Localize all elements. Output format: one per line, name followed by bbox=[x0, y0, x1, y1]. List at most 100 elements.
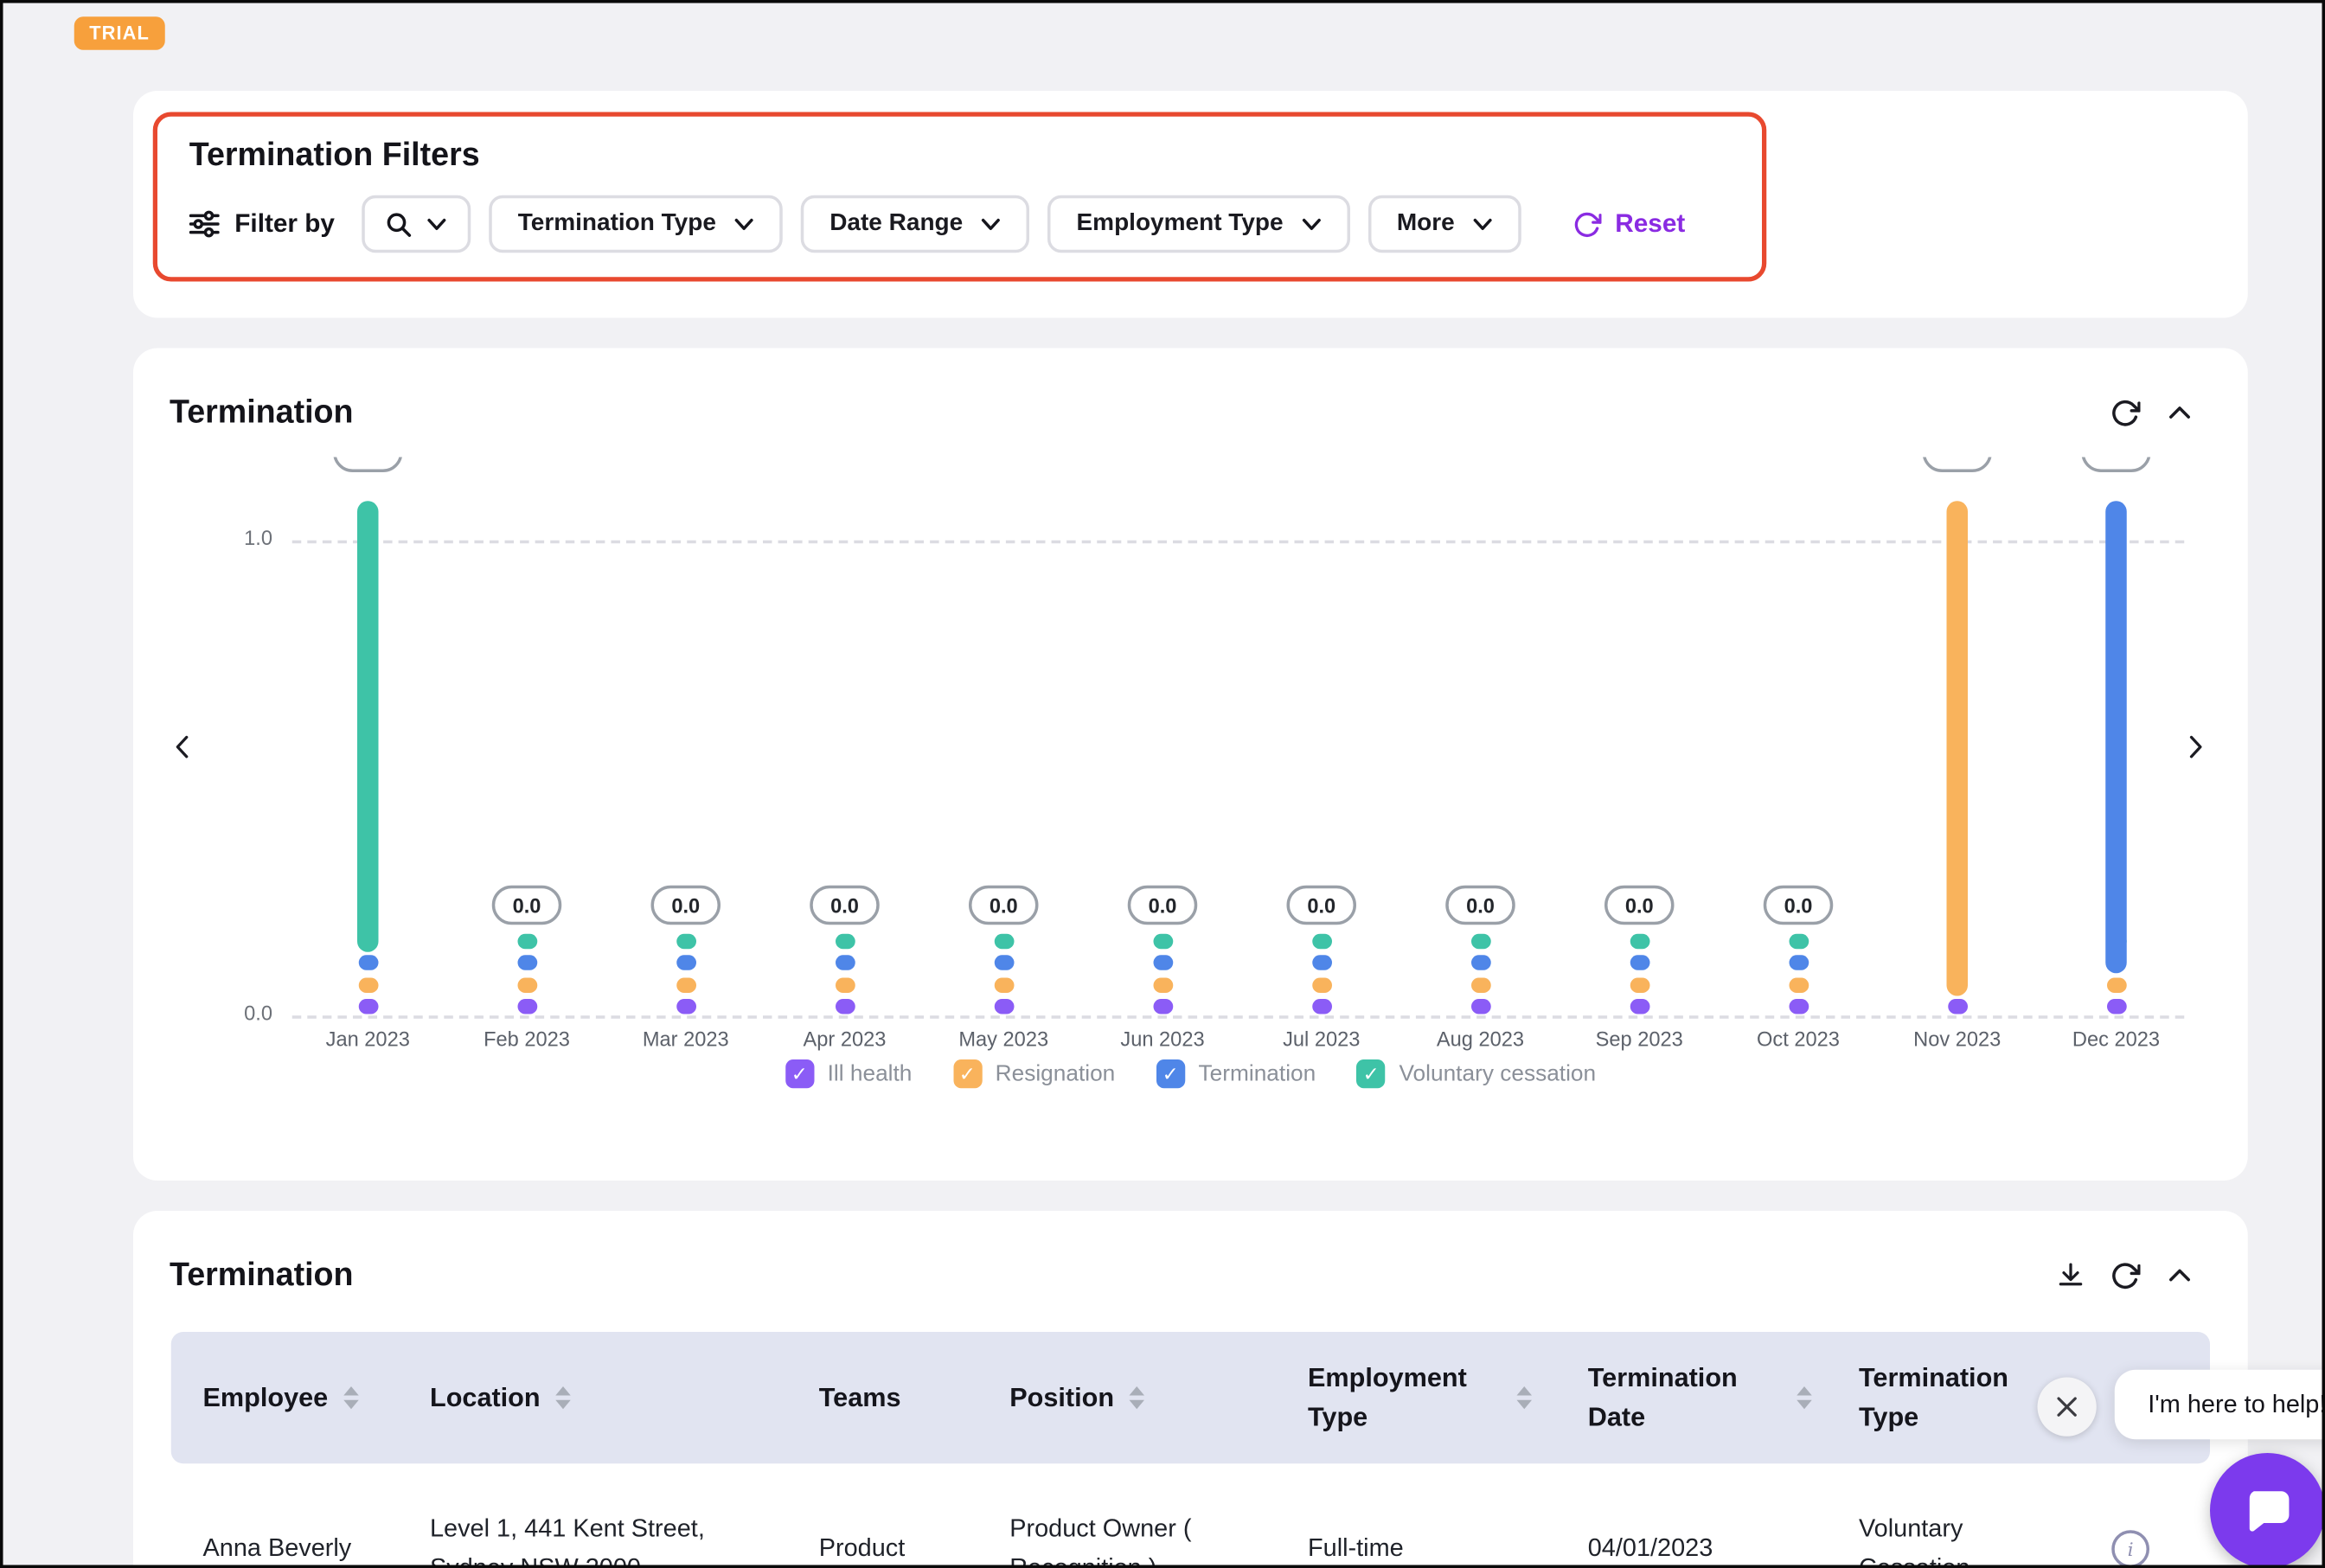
dot-termination[interactable] bbox=[358, 955, 378, 970]
dot-voluntary-cessation[interactable] bbox=[1630, 934, 1649, 950]
sort-icon[interactable] bbox=[555, 1386, 571, 1409]
x-axis-label: Jan 2023 bbox=[289, 1027, 446, 1050]
bar-resignation[interactable] bbox=[1947, 501, 1969, 995]
chart-legend: ✓ Ill health ✓Resignation ✓Termination ✓Volu… bbox=[133, 1059, 2248, 1088]
dot-termination[interactable] bbox=[1630, 955, 1649, 970]
dot-ill-health[interactable] bbox=[2106, 999, 2126, 1014]
dot-voluntary-cessation[interactable] bbox=[1470, 934, 1490, 950]
dot-resignation[interactable] bbox=[358, 978, 378, 994]
download-icon[interactable] bbox=[2054, 1259, 2088, 1293]
column-label: Employee bbox=[203, 1379, 329, 1417]
dot-ill-health[interactable] bbox=[358, 999, 378, 1014]
dot-voluntary-cessation[interactable] bbox=[1789, 934, 1809, 950]
dot-termination[interactable] bbox=[517, 955, 537, 970]
dot-ill-health[interactable] bbox=[676, 999, 695, 1014]
dot-resignation[interactable] bbox=[676, 978, 695, 994]
legend-item-termination[interactable]: ✓Termination bbox=[1156, 1059, 1316, 1088]
sort-icon[interactable] bbox=[1797, 1386, 1812, 1409]
dot-voluntary-cessation[interactable] bbox=[676, 934, 695, 950]
value-badge: 0.0 bbox=[1128, 886, 1198, 925]
dot-termination[interactable] bbox=[835, 955, 855, 970]
column-header-location[interactable]: Location bbox=[398, 1379, 787, 1417]
dashboard-page: TRIAL Termination Filters Filter by bbox=[0, 0, 2325, 1568]
dot-resignation[interactable] bbox=[1153, 978, 1173, 994]
table-row[interactable]: Anna BeverlyLevel 1, 441 Kent Street, Sy… bbox=[171, 1463, 2210, 1568]
dot-voluntary-cessation[interactable] bbox=[1153, 934, 1173, 950]
filters-highlight-outline: Termination Filters Filter by bbox=[153, 112, 1767, 282]
value-badge-clipped bbox=[2081, 458, 2151, 473]
chat-tooltip-close-button[interactable] bbox=[2038, 1378, 2097, 1437]
sort-icon[interactable] bbox=[1517, 1386, 1533, 1409]
dot-resignation[interactable] bbox=[835, 978, 855, 994]
dot-ill-health[interactable] bbox=[517, 999, 537, 1014]
table-cell: Product bbox=[787, 1528, 978, 1568]
chart-refresh-icon[interactable] bbox=[2109, 397, 2142, 431]
dot-voluntary-cessation[interactable] bbox=[1311, 934, 1331, 950]
filter-dropdown-more[interactable]: More bbox=[1368, 195, 1521, 253]
x-axis-label: Oct 2023 bbox=[1720, 1027, 1877, 1050]
dot-resignation[interactable] bbox=[1311, 978, 1331, 994]
column-label: Employment Type bbox=[1308, 1360, 1502, 1437]
dot-ill-health[interactable] bbox=[1311, 999, 1331, 1014]
dot-termination[interactable] bbox=[1153, 955, 1173, 970]
x-axis-label: Dec 2023 bbox=[2038, 1027, 2195, 1050]
legend-checkbox[interactable]: ✓ bbox=[953, 1059, 982, 1088]
dropdown-label: Date Range bbox=[829, 210, 963, 238]
legend-checkbox[interactable]: ✓ bbox=[1356, 1059, 1385, 1088]
dot-resignation[interactable] bbox=[1470, 978, 1490, 994]
x-axis-label: Feb 2023 bbox=[448, 1027, 605, 1050]
dot-ill-health[interactable] bbox=[1789, 999, 1809, 1014]
dot-termination[interactable] bbox=[1789, 955, 1809, 970]
dot-ill-health[interactable] bbox=[1630, 999, 1649, 1014]
dot-ill-health[interactable] bbox=[1947, 999, 1967, 1014]
bar-termination[interactable] bbox=[2105, 501, 2127, 973]
info-icon[interactable]: i bbox=[2111, 1529, 2149, 1567]
table-collapse-icon[interactable] bbox=[2163, 1259, 2197, 1293]
filter-row: Filter by Termination TypeDate RangeEm bbox=[189, 195, 1762, 253]
chat-tooltip: I'm here to help! bbox=[2115, 1370, 2325, 1440]
legend-checkbox[interactable]: ✓ bbox=[1156, 1059, 1185, 1088]
dot-resignation[interactable] bbox=[994, 978, 1014, 994]
column-header-employment-type[interactable]: Employment Type bbox=[1276, 1360, 1556, 1437]
value-badge: 0.0 bbox=[492, 886, 562, 925]
legend-checkbox[interactable]: ✓ bbox=[785, 1059, 814, 1088]
filter-dropdown-termination-type[interactable]: Termination Type bbox=[489, 195, 782, 253]
legend-label: Ill health bbox=[828, 1061, 913, 1087]
dot-voluntary-cessation[interactable] bbox=[835, 934, 855, 950]
legend-item-resignation[interactable]: ✓Resignation bbox=[953, 1059, 1116, 1088]
dot-resignation[interactable] bbox=[1630, 978, 1649, 994]
chart-collapse-icon[interactable] bbox=[2163, 397, 2197, 431]
legend-item-voluntary-cessation[interactable]: ✓Voluntary cessation bbox=[1356, 1059, 1596, 1088]
dot-ill-health[interactable] bbox=[835, 999, 855, 1014]
filter-search-dropdown[interactable] bbox=[362, 195, 471, 253]
dot-termination[interactable] bbox=[676, 955, 695, 970]
chat-bubble-icon bbox=[2240, 1483, 2295, 1538]
dot-resignation[interactable] bbox=[1789, 978, 1809, 994]
dot-termination[interactable] bbox=[1470, 955, 1490, 970]
filter-dropdown-date-range[interactable]: Date Range bbox=[801, 195, 1029, 253]
reset-filters-button[interactable]: Reset bbox=[1564, 208, 1694, 241]
dot-ill-health[interactable] bbox=[1153, 999, 1173, 1014]
bar-voluntary-cessation[interactable] bbox=[357, 501, 379, 952]
dot-voluntary-cessation[interactable] bbox=[994, 934, 1014, 950]
table-cell: Full-time bbox=[1276, 1528, 1556, 1568]
dot-resignation[interactable] bbox=[517, 978, 537, 994]
filter-dropdown-employment-type[interactable]: Employment Type bbox=[1047, 195, 1349, 253]
chat-button[interactable] bbox=[2210, 1453, 2325, 1568]
table-refresh-icon[interactable] bbox=[2109, 1259, 2142, 1293]
column-header-termination-date[interactable]: Termination Date bbox=[1556, 1360, 1827, 1437]
dot-voluntary-cessation[interactable] bbox=[517, 934, 537, 950]
sort-icon[interactable] bbox=[1130, 1386, 1145, 1409]
column-header-employee[interactable]: Employee bbox=[171, 1379, 399, 1417]
dot-ill-health[interactable] bbox=[994, 999, 1014, 1014]
dot-ill-health[interactable] bbox=[1470, 999, 1490, 1014]
dot-termination[interactable] bbox=[994, 955, 1014, 970]
legend-item-ill-health[interactable]: ✓ Ill health bbox=[785, 1059, 913, 1088]
dot-termination[interactable] bbox=[1311, 955, 1331, 970]
column-header-position[interactable]: Position bbox=[978, 1379, 1277, 1417]
filter-sliders-icon bbox=[189, 210, 220, 238]
column-label: Teams bbox=[819, 1379, 901, 1417]
sort-icon[interactable] bbox=[343, 1386, 359, 1409]
dot-resignation[interactable] bbox=[2106, 978, 2126, 994]
gridline-0 bbox=[292, 1015, 2185, 1019]
